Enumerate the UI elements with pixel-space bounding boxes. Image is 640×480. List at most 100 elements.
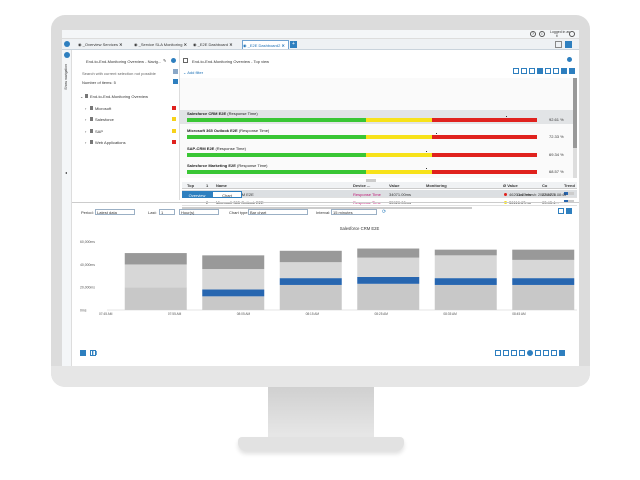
dropdown-icon[interactable] bbox=[559, 350, 565, 356]
add-tab-button[interactable]: + bbox=[290, 41, 297, 48]
fullscreen-icon[interactable] bbox=[569, 68, 575, 74]
monitor-stand-base bbox=[238, 437, 404, 451]
edit-icon[interactable]: ✎ bbox=[163, 58, 166, 63]
area-chart-icon[interactable] bbox=[503, 350, 509, 356]
nav-arrows-icon[interactable] bbox=[64, 41, 70, 47]
chevron-right-icon[interactable]: › bbox=[85, 140, 86, 145]
server-icon bbox=[90, 117, 93, 121]
interval-label: Interval: bbox=[316, 210, 331, 215]
col-rank[interactable]: 1 bbox=[206, 183, 208, 188]
settings-icon[interactable] bbox=[567, 57, 572, 62]
chevron-right-icon[interactable]: ⌄ bbox=[80, 94, 83, 99]
interval-select[interactable]: 15 minutes bbox=[331, 209, 377, 215]
line-chart-icon[interactable] bbox=[495, 350, 501, 356]
bar-chart-icon[interactable] bbox=[537, 68, 543, 74]
table-icon[interactable] bbox=[545, 68, 551, 74]
col-monitoring[interactable]: Monitoring bbox=[426, 183, 447, 188]
last-value-input[interactable]: 1 bbox=[159, 209, 175, 215]
col-value[interactable]: Value bbox=[389, 183, 399, 188]
kpi-row[interactable]: Salesforce Marketing E2E (Response Time)… bbox=[180, 162, 573, 176]
tab-overview-services[interactable]: ◉ _Overview Services ✕ bbox=[78, 40, 130, 49]
tree-item-label: End-to-End-Monitoring Overview bbox=[90, 94, 149, 99]
settings-icon[interactable] bbox=[64, 52, 70, 58]
col-avg[interactable]: Ø Value bbox=[503, 183, 518, 188]
refresh-icon[interactable]: ⟳ bbox=[382, 209, 386, 215]
period-select[interactable]: Latest data bbox=[95, 209, 135, 215]
unit-select[interactable]: Hour(s) bbox=[179, 209, 219, 215]
y-tick-label: 20,000ms bbox=[80, 286, 95, 290]
col-device[interactable]: Device ... bbox=[353, 183, 370, 188]
collapse-arrow-icon[interactable]: ◂ bbox=[65, 170, 67, 175]
chevron-right-icon[interactable]: › bbox=[85, 106, 86, 111]
expand-icon[interactable] bbox=[561, 68, 567, 74]
bar-chart-icon[interactable] bbox=[511, 350, 517, 356]
export-icon[interactable] bbox=[543, 350, 549, 356]
tree-item[interactable]: › Microsoft bbox=[72, 105, 180, 112]
kpi-row[interactable]: Microsoft 365 Outlook E2E (Response Time… bbox=[180, 127, 573, 141]
status-indicator bbox=[172, 128, 176, 133]
tree-item[interactable]: › SAP bbox=[72, 128, 180, 135]
bar-segment-top bbox=[202, 255, 265, 270]
col-co[interactable]: Co bbox=[542, 183, 547, 188]
tree-item[interactable]: › Web Applications bbox=[72, 140, 180, 146]
kpi-bar-segment bbox=[187, 118, 366, 122]
tab-chart[interactable]: Chart bbox=[212, 191, 242, 198]
kpi-bar-segment bbox=[187, 135, 366, 140]
dropdown-icon[interactable] bbox=[566, 208, 572, 214]
col-trend[interactable]: Trend bbox=[564, 183, 575, 188]
help-icon[interactable]: ? bbox=[530, 31, 536, 37]
add-filter-button[interactable]: ⌄ Add filter bbox=[183, 70, 203, 75]
refresh-icon[interactable] bbox=[513, 68, 519, 74]
kpi-row[interactable]: Salesforce CRM E2E (Response Time) 92.61 … bbox=[180, 110, 573, 124]
tab-e2e-dashboard2[interactable]: ◉ _E2E Dashboard2 ✕ bbox=[242, 40, 289, 49]
trend-icon[interactable] bbox=[551, 350, 557, 356]
chart-type-select[interactable]: Bar chart bbox=[248, 209, 308, 215]
table-icon[interactable] bbox=[519, 350, 525, 356]
tab-overview[interactable]: Overview bbox=[182, 191, 212, 198]
tree-item[interactable]: ⌄ End-to-End-Monitoring Overview bbox=[72, 94, 180, 100]
search-icon[interactable] bbox=[173, 69, 178, 74]
close-icon[interactable]: ✕ bbox=[281, 43, 284, 48]
kpi-row[interactable]: SAP-CRM E2E (Response Time) 69.34 % bbox=[180, 145, 573, 159]
pause-button[interactable]: ❚❚ bbox=[90, 350, 98, 356]
col-name[interactable]: Name bbox=[216, 183, 227, 188]
edit-icon[interactable] bbox=[555, 41, 562, 48]
grid-icon[interactable] bbox=[521, 68, 527, 74]
tab-service-sla[interactable]: ◉ _Service SLA Monitoring ✕ bbox=[134, 40, 190, 49]
x-tick-label: 08:15 AM bbox=[306, 312, 320, 316]
chevron-right-icon[interactable]: › bbox=[85, 129, 86, 134]
tab-label: _E2E Dashboard bbox=[197, 42, 229, 47]
col-top[interactable]: Top bbox=[187, 183, 194, 188]
kpi-scrollbar[interactable] bbox=[573, 78, 577, 178]
bar-segment-blue bbox=[434, 278, 497, 285]
close-icon[interactable]: ✕ bbox=[119, 42, 122, 47]
close-icon[interactable]: ✕ bbox=[229, 42, 232, 47]
tree-item-label: SAP bbox=[95, 128, 104, 134]
layout-icon[interactable] bbox=[565, 41, 572, 48]
kpi-title: Salesforce CRM E2E (Response Time) bbox=[187, 111, 258, 116]
filter-icon[interactable] bbox=[173, 79, 178, 84]
kpi-marker bbox=[436, 133, 437, 135]
settings-icon[interactable] bbox=[535, 350, 541, 356]
play-button[interactable] bbox=[80, 350, 86, 356]
calendar-icon[interactable] bbox=[558, 208, 564, 214]
tab-e2e-dashboard[interactable]: ◉ _E2E Dashboard ✕ bbox=[193, 40, 239, 49]
close-icon[interactable]: ✕ bbox=[184, 42, 187, 47]
kpi-bar-segment bbox=[432, 135, 537, 140]
view-toolbar bbox=[513, 68, 576, 75]
power-icon[interactable] bbox=[569, 31, 575, 37]
zoom-icon[interactable] bbox=[527, 350, 533, 356]
kpi-marker bbox=[506, 116, 507, 117]
info-icon[interactable]: i bbox=[539, 31, 545, 37]
user-name[interactable]: ti bbox=[556, 34, 558, 38]
list-icon[interactable] bbox=[529, 68, 535, 74]
bar-segment-base bbox=[202, 296, 265, 310]
show-navigation-label[interactable]: Show navigation bbox=[64, 64, 68, 90]
tree-icon[interactable] bbox=[553, 68, 559, 74]
kpi-bar-segment bbox=[187, 152, 366, 157]
search-input[interactable]: Search with current selection not possib… bbox=[82, 71, 156, 76]
settings-icon[interactable] bbox=[171, 58, 176, 63]
chevron-right-icon[interactable]: › bbox=[85, 117, 86, 122]
tree-item[interactable]: › Salesforce bbox=[72, 117, 180, 123]
bar-chart: Salesforce CRM E2E 60,000ms 40,000ms 20,000… bbox=[80, 226, 577, 316]
